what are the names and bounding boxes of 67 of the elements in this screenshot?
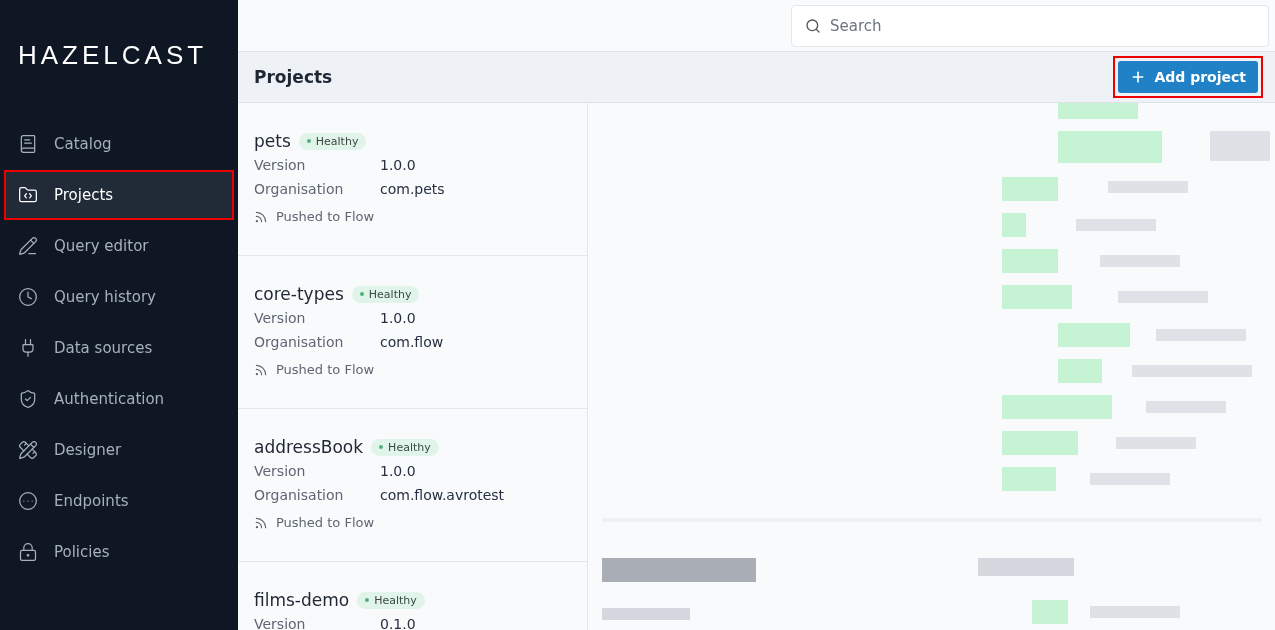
nav-label: Data sources — [54, 339, 153, 357]
status-text: Healthy — [315, 134, 359, 148]
project-card[interactable]: core-types Healthy Version 1.0.0 Organisation com.flow Pushed to Flow — [238, 256, 587, 409]
push-status: Pushed to Flow — [276, 209, 375, 224]
add-project-button[interactable]: Add project — [1118, 61, 1258, 93]
field-label: Version — [254, 462, 307, 481]
project-name: pets — [254, 131, 291, 151]
status-text: Healthy — [374, 593, 417, 607]
nav-label: Authentication — [54, 390, 165, 408]
shield-icon — [18, 389, 38, 409]
book-icon — [18, 134, 38, 154]
nav-item[interactable]: Query editor — [6, 223, 232, 269]
push-status: Pushed to Flow — [276, 362, 375, 377]
pencil-ruler-icon — [18, 440, 38, 460]
project-card[interactable]: pets Healthy Version 1.0.0 Organisation com.pets Pushed to Flow — [238, 103, 587, 256]
nav-label: Query editor — [54, 237, 149, 255]
nav-item[interactable]: Data sources — [6, 325, 232, 371]
pencil-icon — [18, 236, 38, 256]
field-label: Organisation — [254, 333, 345, 352]
project-name: core-types — [254, 284, 344, 304]
field-value: 1.0.0 — [380, 462, 417, 481]
nav-item[interactable]: Catalog — [6, 121, 232, 167]
project-name: addressBook — [254, 437, 364, 457]
field-value: 1.0.0 — [380, 156, 417, 175]
dot-icon — [379, 445, 384, 449]
rss-icon — [254, 209, 268, 224]
project-name: films-demo — [254, 590, 350, 610]
dot-icon — [306, 139, 311, 143]
field-value: com.flow.avrotest — [380, 486, 506, 505]
field-label: Version — [254, 615, 307, 630]
status-text: Healthy — [368, 287, 412, 301]
dot-icon — [359, 292, 364, 296]
project-card[interactable]: addressBook Healthy Version 1.0.0 Organisation com.flow.avrotest Pushed to Flow — [238, 409, 587, 562]
nav-label: Designer — [54, 441, 122, 459]
nav-item[interactable]: Designer — [6, 427, 232, 473]
field-label: Version — [254, 309, 307, 328]
rss-icon — [254, 515, 268, 530]
field-value: 0.1.0 — [380, 615, 417, 630]
page-title: Projects — [254, 67, 333, 87]
nav-label: Catalog — [54, 135, 112, 153]
nav-label: Projects — [54, 186, 114, 204]
search-field[interactable]: Search — [791, 4, 1269, 47]
dots-icon — [18, 491, 38, 511]
folder-icon — [18, 185, 38, 205]
status-text: Healthy — [388, 440, 431, 454]
logo: HAZELCAST — [18, 40, 209, 71]
nav-label: Policies — [54, 543, 110, 561]
field-value: com.flow — [380, 333, 445, 352]
clock-icon — [18, 287, 38, 307]
push-status: Pushed to Flow — [276, 515, 375, 530]
nav-item[interactable]: Endpoints — [6, 478, 232, 524]
nav-label: Endpoints — [54, 492, 129, 510]
project-card[interactable]: films-demo Healthy Version 0.1.0 — [238, 562, 587, 630]
field-label: Version — [254, 156, 307, 175]
field-value: com.pets — [380, 180, 446, 199]
nav-item[interactable]: Query history — [6, 274, 232, 320]
rss-icon — [254, 362, 268, 377]
field-label: Organisation — [254, 486, 345, 505]
nav-item[interactable]: Projects — [6, 172, 232, 218]
nav-item[interactable]: Authentication — [6, 376, 232, 422]
lock-icon — [18, 542, 38, 562]
nav-label: Query history — [54, 288, 156, 306]
nav-item[interactable]: Policies — [6, 529, 232, 575]
search-icon — [805, 17, 821, 34]
field-value: 1.0.0 — [380, 309, 417, 328]
dot-icon — [365, 598, 370, 602]
field-label: Organisation — [254, 180, 345, 199]
